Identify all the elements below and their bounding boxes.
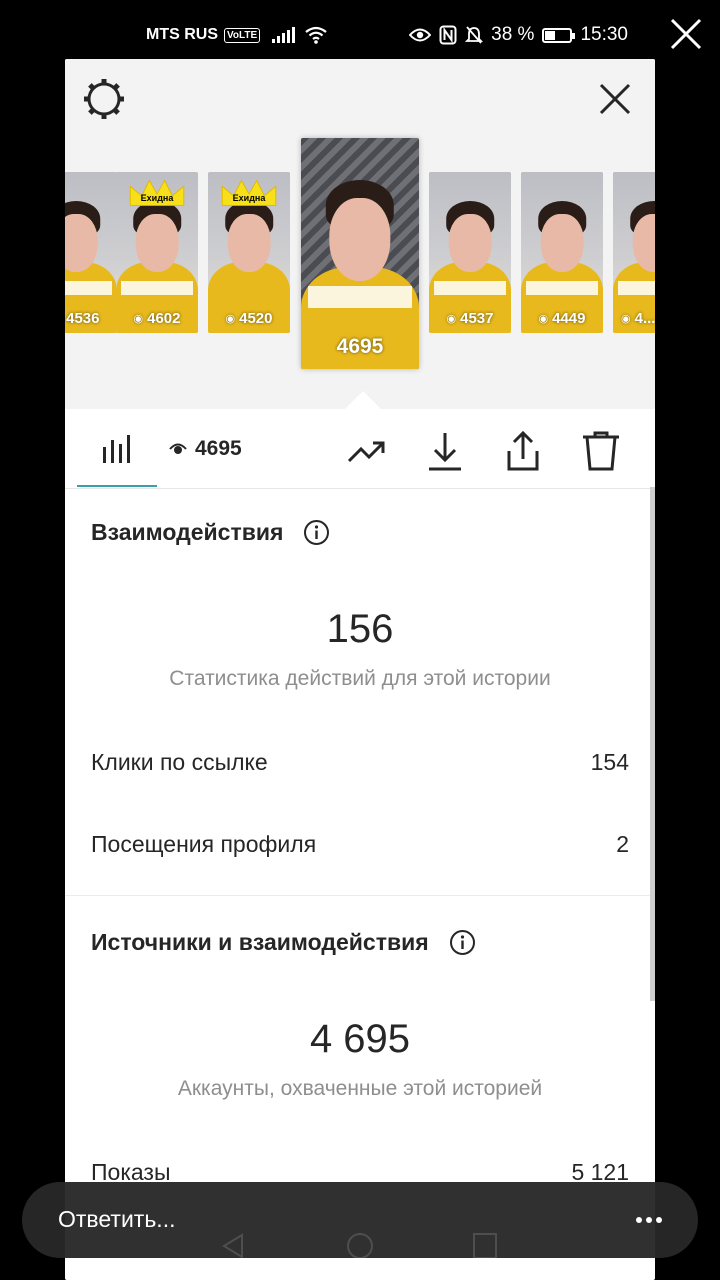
section-divider bbox=[65, 895, 655, 896]
carrier-name: MTS RUS bbox=[146, 26, 218, 43]
stat-value: 154 bbox=[590, 749, 629, 775]
story-views: 4... bbox=[634, 310, 655, 327]
views-count: 4695 bbox=[195, 437, 242, 460]
tab-underline bbox=[77, 485, 157, 487]
reach-total: 4 695 bbox=[309, 1017, 411, 1061]
more-options-icon[interactable] bbox=[634, 1210, 664, 1230]
info-icon[interactable] bbox=[303, 519, 330, 546]
story-views: 4520 bbox=[239, 310, 273, 327]
info-icon[interactable] bbox=[449, 929, 476, 956]
reach-subtitle: Аккаунты, охваченные этой историей bbox=[177, 1077, 543, 1100]
story-views: 4602 bbox=[147, 310, 181, 327]
nfc-icon bbox=[439, 25, 457, 45]
eye-comfort-icon bbox=[409, 28, 432, 42]
trash-icon[interactable] bbox=[579, 429, 623, 473]
story-thumbnail[interactable]: ◉ 4449 bbox=[521, 172, 603, 333]
crown-label: Ехидна bbox=[232, 192, 266, 203]
close-viewer-icon[interactable] bbox=[666, 14, 706, 54]
clock: 15:30 bbox=[580, 24, 628, 45]
stat-row: Посещения профиля 2 bbox=[91, 831, 629, 858]
viewers-button[interactable]: 4695 bbox=[169, 437, 242, 461]
active-story-pointer bbox=[345, 391, 381, 409]
eye-icon: ◉ bbox=[621, 313, 631, 325]
interactions-title: Взаимодействия bbox=[91, 519, 284, 545]
download-icon[interactable] bbox=[423, 429, 467, 473]
story-views: 4536 bbox=[66, 310, 100, 327]
eye-icon: ◉ bbox=[446, 313, 457, 325]
promote-trend-icon[interactable] bbox=[345, 429, 389, 473]
reply-input[interactable]: Ответить... bbox=[58, 1206, 175, 1233]
volte-badge: VoLTE bbox=[224, 27, 261, 43]
stat-row: Клики по ссылке 154 bbox=[91, 749, 629, 776]
crown-label: Ехидна bbox=[140, 192, 174, 203]
share-icon[interactable] bbox=[501, 429, 545, 473]
story-thumbnail[interactable]: ◉4536 bbox=[65, 172, 117, 333]
eye-icon bbox=[169, 443, 187, 454]
bar-chart-icon bbox=[103, 435, 130, 463]
story-thumbnail[interactable]: Ехидна ◉ 4602 bbox=[116, 172, 198, 333]
story-carousel: ◉4536 Ехидна ◉4602 Ехидна ◉4520 4695 ◉45… bbox=[65, 59, 655, 409]
tab-insights[interactable] bbox=[77, 409, 157, 487]
section-title: Взаимодействия bbox=[91, 519, 330, 546]
story-views: 4695 bbox=[336, 335, 384, 358]
story-thumbnail[interactable]: ◉ 4... bbox=[613, 172, 655, 333]
status-right: 38 % 15:30 bbox=[409, 24, 628, 46]
back-nav-icon[interactable] bbox=[220, 1232, 246, 1260]
status-left: MTS RUS VoLTE bbox=[146, 26, 327, 44]
story-thumbnail-active[interactable]: 4695 bbox=[301, 138, 419, 369]
story-views: 4449 bbox=[552, 310, 586, 327]
signal-icon bbox=[272, 27, 296, 43]
interactions-total: 156 bbox=[326, 607, 394, 651]
recents-nav-icon[interactable] bbox=[472, 1232, 498, 1260]
gear-icon[interactable] bbox=[81, 76, 127, 122]
silent-bell-icon bbox=[465, 26, 484, 44]
eye-icon: ◉ bbox=[538, 313, 549, 325]
stat-label: Клики по ссылке bbox=[91, 749, 268, 775]
discovery-title: Источники и взаимодействия bbox=[91, 929, 429, 955]
battery-icon bbox=[542, 27, 576, 43]
story-views: 4537 bbox=[460, 310, 494, 327]
wifi-icon bbox=[305, 26, 327, 44]
insights-toolbar: 4695 bbox=[65, 409, 655, 489]
home-nav-icon[interactable] bbox=[346, 1232, 374, 1260]
battery-percent: 38 % bbox=[491, 24, 535, 45]
stat-value: 2 bbox=[616, 831, 629, 857]
eye-icon: ◉ bbox=[133, 313, 144, 325]
stat-label: Посещения профиля bbox=[91, 831, 317, 857]
story-insights-sheet: ◉4536 Ехидна ◉4602 Ехидна ◉4520 4695 ◉45… bbox=[65, 59, 655, 1280]
eye-icon: ◉ bbox=[225, 313, 236, 325]
close-icon[interactable] bbox=[595, 79, 635, 119]
story-thumbnail[interactable]: ◉ 4537 bbox=[429, 172, 511, 333]
scrollbar[interactable] bbox=[650, 487, 655, 1001]
story-thumbnail[interactable]: Ехидна ◉ 4520 bbox=[208, 172, 290, 333]
interactions-subtitle: Статистика действий для этой истории bbox=[169, 667, 551, 690]
section-title: Источники и взаимодействия bbox=[91, 929, 476, 956]
